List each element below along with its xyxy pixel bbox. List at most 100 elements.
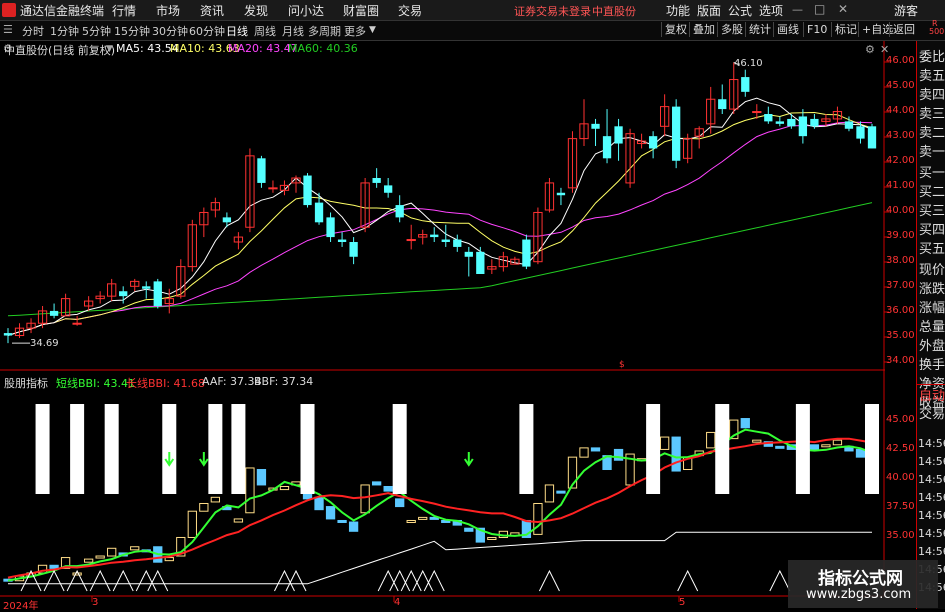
ind-candle: [72, 572, 82, 576]
ind-candle: [130, 546, 140, 551]
label-sell2: 卖二: [919, 126, 945, 141]
ind-candle: [832, 439, 843, 446]
price-tick: 35.00: [886, 330, 915, 341]
triangle-marker: [43, 569, 65, 592]
side-time-6: 14:56: [918, 527, 945, 540]
candle-body-down: [395, 205, 404, 218]
auto-label[interactable]: 自动: [919, 385, 945, 404]
price-tick: 40.00: [886, 205, 915, 216]
candle-body-down: [648, 136, 658, 149]
candle-body-down: [372, 178, 381, 183]
x-tick-may: 5: [679, 597, 686, 608]
ind-candle: [659, 436, 670, 450]
chart-title-dropdown-icon[interactable]: ▼: [106, 44, 113, 54]
ind-candle: [613, 448, 624, 461]
candle-body-down: [441, 239, 450, 242]
candle-body-down: [602, 136, 612, 159]
signal-bar: [646, 404, 661, 494]
price-tick: 41.00: [886, 180, 915, 191]
candle-body-up: [752, 111, 762, 114]
candle-body-up: [268, 187, 278, 190]
ind-tick: 42.50: [886, 443, 915, 454]
ind-tick: 35.00: [886, 530, 915, 541]
triangle-marker: [769, 569, 791, 592]
quote-side-panel: R 500 委比 卖五 卖四 卖三 卖二 卖一 买一 买二 买三 买四 买五 现…: [916, 19, 945, 609]
ma60-line: [7, 202, 873, 317]
candle-body-down: [556, 192, 566, 196]
event-marker[interactable]: $: [619, 360, 625, 370]
legend-aaf: AAF: 37.34: [202, 375, 262, 388]
kline-chart[interactable]: [0, 0, 916, 609]
candle-body-down: [591, 123, 600, 129]
label-sell3: 卖三: [919, 107, 945, 122]
candle-body-down: [3, 333, 13, 336]
ind-tick: 45.00: [886, 414, 915, 425]
side-time-7: 14:56: [918, 545, 945, 558]
candle-body-down: [672, 106, 681, 161]
candle-body-down: [856, 126, 865, 139]
candle-body-down: [326, 217, 335, 238]
signal-bar: [715, 404, 730, 494]
label-weibi: 委比: [919, 50, 945, 65]
ind-candle: [556, 490, 566, 494]
ind-candle: [210, 496, 221, 503]
legend-bbf: BBF: 37.34: [254, 375, 314, 388]
ind-candle: [360, 484, 370, 514]
price-tick: 46.00: [886, 55, 915, 66]
candle-body-down: [430, 234, 439, 238]
price-tick: 44.00: [886, 105, 915, 116]
candle-body-down: [337, 239, 347, 242]
label-change: 涨跌: [919, 282, 945, 297]
signal-bar: [208, 404, 223, 494]
signal-bar: [35, 404, 50, 494]
label-buy2: 买二: [919, 185, 945, 200]
ind-candle: [49, 564, 59, 569]
ind-candle: [821, 444, 831, 448]
indicator-title[interactable]: 股朋指标: [4, 375, 48, 391]
side-time-4: 14:56: [918, 491, 945, 504]
panel-n-label: 500: [929, 27, 945, 36]
x-tick-april: 4: [394, 597, 401, 608]
chart-settings-gear-icon[interactable]: ⚙: [865, 43, 875, 56]
candle-body-down: [764, 114, 773, 122]
label-sell5: 卖五: [919, 69, 945, 84]
candle-body-down: [119, 291, 128, 297]
ind-candle: [337, 519, 347, 523]
ma5-line: [7, 97, 873, 336]
signal-bar: [231, 404, 246, 494]
legend-long-bbi: 长线BBI: 41.68: [126, 377, 206, 390]
long-bbi-line: [7, 437, 873, 579]
ind-candle: [487, 536, 497, 540]
ind-candle: [348, 521, 359, 532]
ind-candle: [740, 418, 750, 429]
candle-body-down: [303, 175, 312, 206]
label-volume: 总量: [919, 320, 945, 335]
ind-candle: [164, 557, 174, 562]
candle-body-down: [522, 239, 531, 267]
trade-label[interactable]: 交易: [919, 403, 945, 422]
label-price: 现价: [919, 263, 945, 278]
signal-bar: [162, 404, 177, 494]
label-outer-volume: 外盘: [919, 339, 945, 354]
candle-body-down: [464, 251, 473, 257]
ind-candle: [279, 486, 290, 491]
ind-candle: [671, 436, 681, 472]
candle-body-down: [476, 251, 485, 274]
ind-candle: [406, 519, 416, 523]
buy-arrow-icon: [199, 452, 209, 467]
signal-bar: [300, 404, 315, 494]
signal-bar: [865, 404, 879, 494]
label-buy1: 买一: [919, 166, 945, 181]
ind-tick: 40.00: [886, 472, 915, 483]
ind-candle: [199, 502, 209, 512]
signal-bar: [795, 404, 810, 494]
candle-body-down: [614, 126, 623, 144]
candle-body-down: [222, 217, 232, 223]
label-sell1: 卖一: [919, 145, 945, 160]
ind-candle: [245, 467, 255, 514]
legend-ma60: MA60: 40.36: [288, 42, 358, 55]
label-turnover: 换手: [919, 358, 945, 373]
ind-candle: [395, 498, 405, 508]
ind-candle: [579, 447, 589, 458]
ind-candle: [83, 558, 94, 563]
